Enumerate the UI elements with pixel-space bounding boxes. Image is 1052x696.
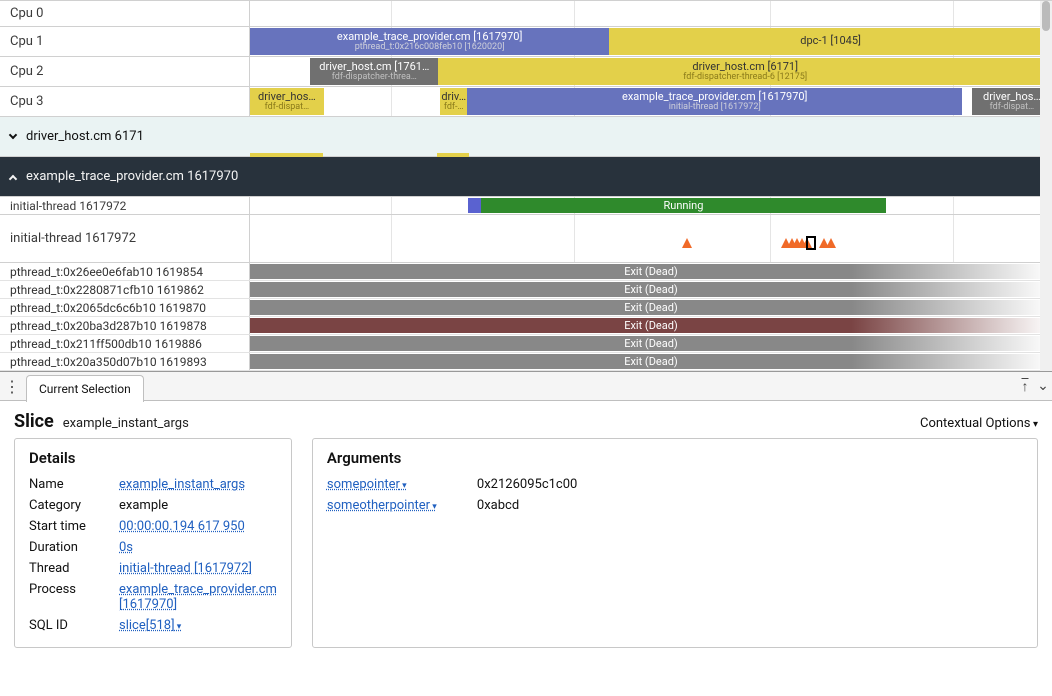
thread-dead-row[interactable]: pthread_t:0x2280871cfb10 1619862Exit (De…: [0, 281, 1052, 299]
value-sql-id[interactable]: slice[518]: [119, 618, 181, 633]
details-tabbar: ⋮ Current Selection ↑ ⌄: [0, 371, 1052, 401]
mini-slice[interactable]: [437, 153, 469, 157]
value-thread[interactable]: initial-thread [1617972]: [119, 561, 277, 576]
value-duration[interactable]: 0s: [119, 540, 277, 555]
kebab-menu-icon[interactable]: ⋮: [0, 377, 24, 396]
cpu-slice[interactable]: driver_host.cm [6171]fdf-dispatcher-thre…: [438, 58, 1052, 85]
track-group-example-provider[interactable]: example_trace_provider.cm 1617970: [0, 157, 1052, 197]
thread-row-label: pthread_t:0x2065dc6c6b10 1619870: [0, 299, 250, 316]
thread-dead-row[interactable]: pthread_t:0x2065dc6c6b10 1619870Exit (De…: [0, 299, 1052, 317]
timeline-tracks[interactable]: Cpu 0Cpu 1example_trace_provider.cm [161…: [0, 0, 1052, 371]
slice-name: example_instant_args: [63, 416, 189, 431]
scrollbar-thumb[interactable]: [1042, 1, 1050, 31]
label-name: Name: [29, 477, 119, 492]
cpu-slice[interactable]: driver_host.cm [1761…fdf-dispatcher-thre…: [310, 58, 438, 85]
thread-running-slice[interactable]: Running: [481, 198, 886, 213]
thread-exit-slice[interactable]: Exit (Dead): [250, 336, 1052, 351]
value-process[interactable]: example_trace_provider.cm [1617970]: [119, 582, 277, 612]
thread-exit-slice[interactable]: Exit (Dead): [250, 264, 1052, 279]
cpu-row[interactable]: Cpu 0: [0, 1, 1052, 27]
thread-dead-row[interactable]: pthread_t:0x26ee0e6fab10 1619854Exit (De…: [0, 263, 1052, 281]
label-category: Category: [29, 498, 119, 513]
thread-row-label: initial-thread 1617972: [0, 215, 250, 262]
thread-row-label: pthread_t:0x26ee0e6fab10 1619854: [0, 263, 250, 280]
instant-event-marker[interactable]: [826, 238, 836, 248]
track-group-driver-host[interactable]: driver_host.cm 6171: [0, 117, 1052, 157]
thread-row-label: pthread_t:0x20a350d07b10 1619893: [0, 353, 250, 370]
label-thread: Thread: [29, 561, 119, 576]
value-name[interactable]: example_instant_args: [119, 477, 277, 492]
slice-heading: Slice: [14, 411, 54, 432]
thread-exit-slice[interactable]: Exit (Dead): [250, 282, 1052, 297]
contextual-options-dropdown[interactable]: Contextual Options: [920, 416, 1038, 431]
details-heading: Details: [29, 449, 277, 467]
label-process: Process: [29, 582, 119, 612]
cpu-slice[interactable]: driv…fdf-…: [440, 88, 467, 115]
argument-key[interactable]: someotherpointer: [327, 498, 477, 513]
cpu-slice[interactable]: example_trace_provider.cm [1617970]pthre…: [250, 28, 609, 55]
thread-exit-slice[interactable]: Exit (Dead): [250, 354, 1052, 369]
cpu-slice[interactable]: driver_hos…fdf-dispat…: [250, 88, 324, 115]
tracks-scrollbar[interactable]: [1040, 1, 1052, 371]
thread-row-label: initial-thread 1617972: [0, 197, 250, 214]
panel-collapse-icon[interactable]: ⌄: [1034, 378, 1052, 394]
arguments-heading: Arguments: [327, 449, 1023, 467]
cpu-row-label: Cpu 3: [0, 87, 250, 116]
track-group-label: driver_host.cm 6171: [26, 129, 144, 144]
thread-state-row[interactable]: initial-thread 1617972 Running: [0, 197, 1052, 215]
label-start-time: Start time: [29, 519, 119, 534]
selected-event-indicator[interactable]: [806, 236, 816, 250]
details-panel: Details Name example_instant_args Catego…: [14, 438, 292, 648]
label-duration: Duration: [29, 540, 119, 555]
cpu-row-label: Cpu 0: [0, 1, 250, 26]
thread-state-slice[interactable]: [468, 198, 481, 213]
mini-slice[interactable]: [250, 153, 323, 157]
thread-row-label: pthread_t:0x2280871cfb10 1619862: [0, 281, 250, 298]
details-panels: Details Name example_instant_args Catego…: [0, 438, 1052, 662]
thread-exit-slice[interactable]: Exit (Dead): [250, 300, 1052, 315]
cpu-row[interactable]: Cpu 1example_trace_provider.cm [1617970]…: [0, 27, 1052, 57]
cpu-slice[interactable]: example_trace_provider.cm [1617970]initi…: [467, 88, 962, 115]
thread-row-label: pthread_t:0x211ff500db10 1619886: [0, 335, 250, 352]
chevron-down-icon[interactable]: [9, 130, 17, 138]
thread-dead-row[interactable]: pthread_t:0x20a350d07b10 1619893Exit (De…: [0, 353, 1052, 371]
thread-dead-row[interactable]: pthread_t:0x211ff500db10 1619886Exit (De…: [0, 335, 1052, 353]
label-sql-id: SQL ID: [29, 618, 119, 633]
argument-value: 0xabcd: [477, 498, 1023, 513]
arguments-panel: Arguments somepointer0x2126095c1c00someo…: [312, 438, 1038, 648]
cpu-row[interactable]: Cpu 3driver_hos…fdf-dispat… driv…fdf-…exa…: [0, 87, 1052, 117]
cpu-row-label: Cpu 2: [0, 57, 250, 86]
argument-value: 0x2126095c1c00: [477, 477, 1023, 492]
thread-dead-row[interactable]: pthread_t:0x20ba3d287b10 1619878Exit (De…: [0, 317, 1052, 335]
cpu-slice[interactable]: dpc-1 [1045]: [609, 28, 1052, 55]
instant-event-marker[interactable]: [682, 238, 692, 248]
chevron-up-icon[interactable]: [9, 174, 17, 182]
value-start-time[interactable]: 00:00:00.194 617 950: [119, 519, 277, 534]
thread-row-label: pthread_t:0x20ba3d287b10 1619878: [0, 317, 250, 334]
value-category: example: [119, 498, 277, 513]
thread-exit-slice[interactable]: Exit (Dead): [250, 318, 1052, 333]
argument-key[interactable]: somepointer: [327, 477, 477, 492]
instant-events-row[interactable]: initial-thread 1617972: [0, 215, 1052, 263]
tab-current-selection[interactable]: Current Selection: [26, 375, 144, 402]
cpu-row-label: Cpu 1: [0, 27, 250, 56]
track-group-label: example_trace_provider.cm 1617970: [26, 169, 238, 184]
cpu-row[interactable]: Cpu 2 driver_host.cm [1761…fdf-dispatcher…: [0, 57, 1052, 87]
slice-titlebar: Slice example_instant_args Contextual Op…: [0, 401, 1052, 438]
panel-move-top-icon[interactable]: ↑: [1016, 378, 1034, 395]
